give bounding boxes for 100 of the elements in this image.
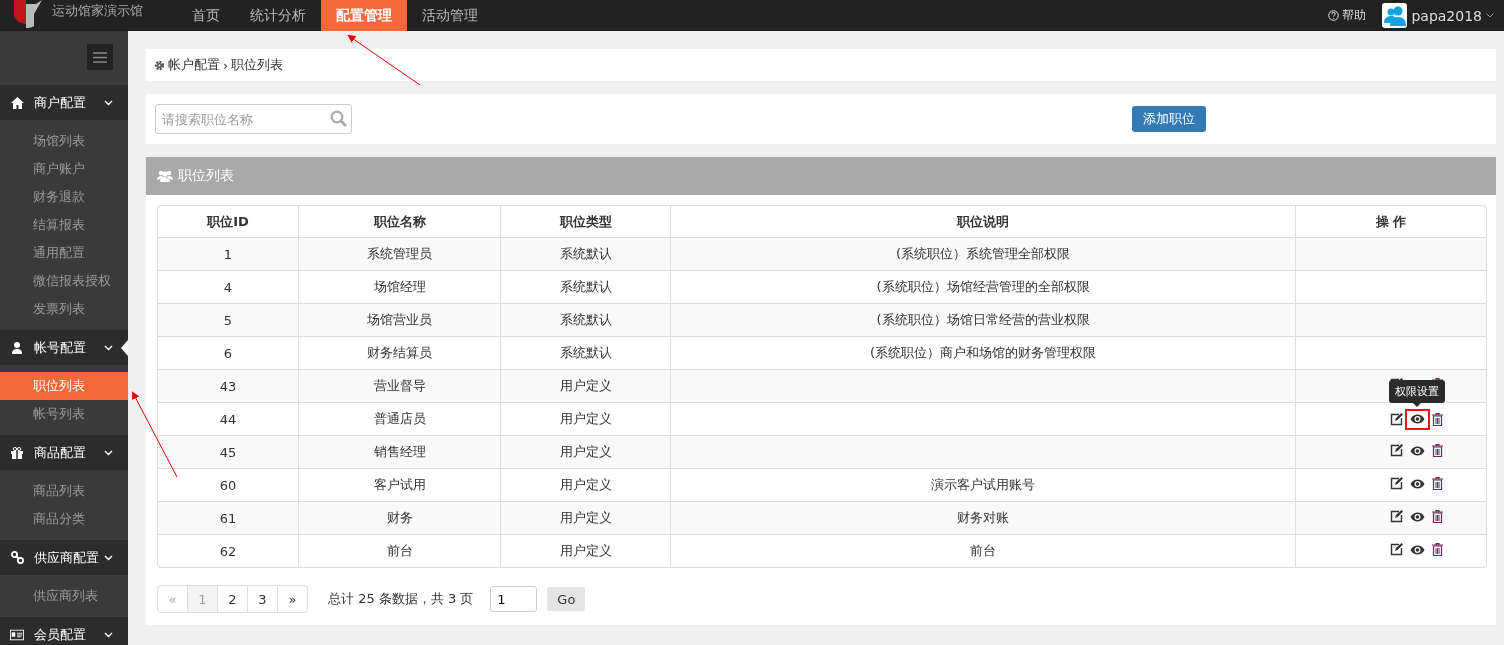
sidebar-item[interactable]: 商户账户 xyxy=(0,155,128,183)
table-cell: 客户试用 xyxy=(373,477,426,492)
sidebar-item[interactable]: 场馆列表 xyxy=(0,127,128,155)
table-cell: 演示客户试用账号 xyxy=(931,477,1035,492)
table-cell: (系统职位）场馆经营管理的全部权限 xyxy=(876,279,1090,294)
table-cell: 财务对账 xyxy=(957,510,1009,525)
sidebar-item[interactable]: 发票列表 xyxy=(0,295,128,323)
help-link[interactable]: 帮助 xyxy=(1328,7,1367,24)
edit-icon[interactable] xyxy=(1389,477,1403,490)
sidebar-group-header[interactable]: 帐号配置 xyxy=(0,330,128,365)
table-cell: 前台 xyxy=(386,543,413,558)
go-button[interactable]: Go xyxy=(547,587,586,611)
gift-icon xyxy=(11,446,23,459)
pagination-summary: 总计 25 条数据，共 3 页 xyxy=(328,590,474,608)
chevron-down-icon xyxy=(104,449,113,456)
menu-icon xyxy=(93,51,107,63)
page-button[interactable]: 3 xyxy=(248,586,278,612)
table-cell: 普通店员 xyxy=(373,411,426,426)
sidebar-item[interactable]: 微信报表授权 xyxy=(0,267,128,295)
edit-icon[interactable] xyxy=(1389,444,1403,457)
table-cell: 系统默认 xyxy=(559,312,612,327)
breadcrumb-link[interactable]: 帐户配置 xyxy=(168,56,220,74)
breadcrumb-separator: › xyxy=(223,57,229,73)
table-cell: (系统职位）商户和场馆的财务管理权限 xyxy=(869,345,1097,360)
edit-icon[interactable] xyxy=(1389,510,1403,523)
trash-icon[interactable] xyxy=(1431,444,1443,457)
sidebar-group-header[interactable]: 会员配置 xyxy=(0,617,128,645)
eye-icon[interactable] xyxy=(1409,478,1425,489)
trash-icon[interactable] xyxy=(1431,412,1443,426)
sidebar-group-header[interactable]: 供应商配置 xyxy=(0,540,128,575)
nav-tab[interactable]: 活动管理 xyxy=(407,0,493,31)
table-cell: 场馆经理 xyxy=(373,279,426,294)
table-cell: 用户定义 xyxy=(559,378,612,393)
table-cell: 61 xyxy=(219,510,237,526)
table-cell: 4 xyxy=(223,279,233,295)
users-icon xyxy=(157,170,173,182)
sidebar-item[interactable]: 帐号列表 xyxy=(0,400,128,428)
eye-icon[interactable] xyxy=(1409,544,1425,555)
nav-tab[interactable]: 统计分析 xyxy=(235,0,321,31)
table-cell: 系统默认 xyxy=(559,345,612,360)
table-cell: 62 xyxy=(219,543,237,559)
table-cell: 营业督导 xyxy=(373,378,426,393)
trash-icon[interactable] xyxy=(1431,510,1443,523)
next-page-button[interactable]: » xyxy=(278,586,307,612)
sidebar-item[interactable]: 商品列表 xyxy=(0,477,128,505)
sidebar-group-header[interactable]: 商品配置 xyxy=(0,435,128,470)
sidebar-item[interactable]: 结算报表 xyxy=(0,211,128,239)
table-cell: 43 xyxy=(219,378,237,394)
table-cell: 用户定义 xyxy=(559,444,612,459)
chevron-down-icon xyxy=(1486,13,1494,18)
sidebar-group-header[interactable]: 商户配置 xyxy=(0,85,128,120)
edit-icon[interactable] xyxy=(1389,412,1403,426)
chain-link-icon xyxy=(10,551,24,564)
sidebar-item[interactable]: 供应商列表 xyxy=(0,582,128,610)
edit-icon[interactable] xyxy=(1389,543,1403,556)
eye-icon[interactable] xyxy=(1409,511,1425,522)
table-cell: 前台 xyxy=(970,543,996,558)
avatar[interactable] xyxy=(1382,3,1408,28)
add-position-button[interactable]: 添加职位 xyxy=(1132,106,1206,132)
eye-icon[interactable] xyxy=(1409,445,1425,456)
table-cell: 场馆营业员 xyxy=(367,312,432,327)
nav-tab[interactable]: 首页 xyxy=(177,0,235,31)
chevron-down-icon xyxy=(104,99,113,106)
table-cell: 1 xyxy=(223,246,233,262)
home-icon xyxy=(10,96,24,109)
gear-icon xyxy=(154,59,165,71)
table-cell: 用户定义 xyxy=(559,510,612,525)
username[interactable]: papa2018 xyxy=(1411,7,1482,24)
table-cell: 财务 xyxy=(386,510,413,525)
table-cell: 系统默认 xyxy=(559,279,612,294)
panel-title: 职位列表 xyxy=(178,167,234,185)
chevron-down-icon xyxy=(104,554,113,561)
app-title: 运动馆家演示馆 xyxy=(52,2,143,20)
sidebar-item[interactable]: 商品分类 xyxy=(0,505,128,533)
breadcrumb-current: 职位列表 xyxy=(231,56,284,74)
trash-icon[interactable] xyxy=(1431,543,1443,556)
table-cell: 6 xyxy=(223,345,233,361)
eye-icon[interactable] xyxy=(1409,414,1425,424)
table-cell: 5 xyxy=(223,312,233,328)
sidebar-item[interactable]: 财务退款 xyxy=(0,183,128,211)
user-icon xyxy=(12,341,22,354)
table-cell: 财务结算员 xyxy=(367,345,432,360)
table-cell: 60 xyxy=(219,477,237,493)
users-icon xyxy=(1383,5,1406,26)
menu-toggle-button[interactable] xyxy=(87,44,113,70)
table-cell: 用户定义 xyxy=(559,411,612,426)
table-cell: 用户定义 xyxy=(559,477,612,492)
trash-icon[interactable] xyxy=(1431,477,1443,490)
table-cell: 45 xyxy=(219,444,237,460)
page-button[interactable]: 2 xyxy=(218,586,248,612)
chevron-down-icon xyxy=(104,631,113,638)
table-cell: 系统默认 xyxy=(559,246,612,261)
table-cell: (系统职位）场馆日常经营的营业权限 xyxy=(876,312,1090,327)
id-card-icon xyxy=(10,628,24,641)
table-cell: 用户定义 xyxy=(559,543,612,558)
search-field[interactable]: 请搜索职位名称 xyxy=(155,104,352,134)
sidebar-item[interactable]: 通用配置 xyxy=(0,239,128,267)
help-icon xyxy=(1328,10,1340,21)
page-input[interactable]: 1 xyxy=(490,586,538,612)
table-cell: 销售经理 xyxy=(373,444,426,459)
